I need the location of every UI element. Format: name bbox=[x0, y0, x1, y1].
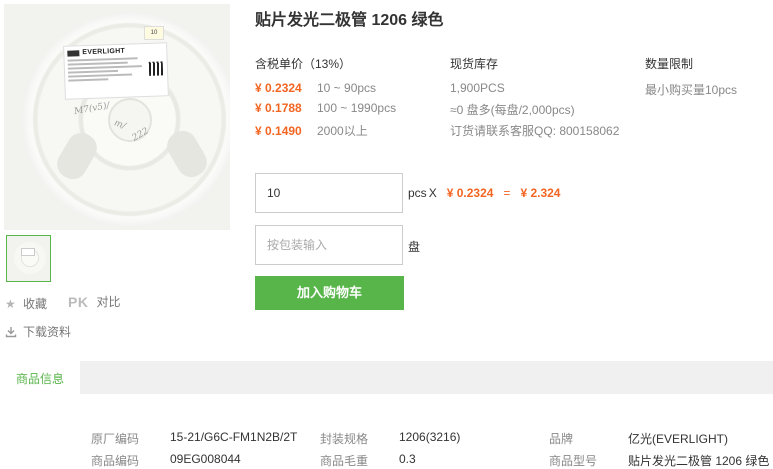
price-tier-row: ¥ 0.1788 100 ~ 1990pcs bbox=[255, 101, 396, 115]
detail-tab-bar: 商品信息 bbox=[0, 361, 773, 394]
tier-price: ¥ 0.1490 bbox=[255, 123, 302, 138]
min-purchase: 最小购买量10pcs bbox=[645, 83, 738, 97]
compare-label: 对比 bbox=[96, 295, 121, 309]
star-icon: ★ bbox=[5, 296, 16, 311]
spec-label: 封装规格 bbox=[320, 432, 369, 446]
reel-cutout-left bbox=[52, 127, 102, 185]
label-brand: EVERLIGHT bbox=[82, 47, 126, 57]
spec-label: 原厂编码 bbox=[91, 432, 140, 446]
price-calculation: pcs X ¥ 0.2324 = ¥ 2.324 bbox=[408, 186, 560, 200]
stock-contact: 订货请联系客服QQ: 800158062 bbox=[450, 124, 620, 138]
stock-reels: ≈0 盘多(每盘/2,000pcs) bbox=[450, 103, 575, 117]
product-thumbnail[interactable] bbox=[6, 235, 51, 282]
qr-code-icon bbox=[148, 61, 164, 76]
quantity-input[interactable] bbox=[255, 173, 403, 213]
pk-icon: PK bbox=[68, 293, 89, 310]
pack-unit: 盘 bbox=[408, 240, 421, 254]
spec-value: 09EG008044 bbox=[170, 452, 241, 466]
spec-value: 15-21/G6C-FM1N2B/2T bbox=[170, 430, 298, 444]
qty-unit: pcs bbox=[408, 186, 427, 200]
favorite-button[interactable]: ★ 收藏 bbox=[5, 295, 47, 312]
add-to-cart-button[interactable]: 加入购物车 bbox=[255, 276, 404, 310]
reel-tag: 10 bbox=[144, 26, 164, 40]
tier-price: ¥ 0.1788 bbox=[255, 101, 302, 115]
download-icon bbox=[5, 326, 17, 337]
compare-button[interactable]: PK 对比 bbox=[68, 293, 120, 310]
product-main-image[interactable]: 10 EVERLIGHT M7(v5)/ m/ 222 bbox=[4, 4, 230, 230]
download-button[interactable]: 下载资料 bbox=[5, 323, 71, 340]
tier-range: 100 ~ 1990pcs bbox=[317, 101, 397, 115]
spec-value: 1206(3216) bbox=[399, 430, 461, 444]
price-tier-row: ¥ 0.2324 10 ~ 90pcs bbox=[255, 81, 376, 95]
tier-price: ¥ 0.2324 bbox=[255, 81, 302, 95]
thumb-label bbox=[21, 248, 35, 256]
equals-sign: = bbox=[503, 186, 511, 200]
product-title: 贴片发光二极管 1206 绿色 bbox=[255, 12, 444, 29]
thumb-reel bbox=[14, 242, 46, 274]
spec-label: 商品毛重 bbox=[320, 454, 369, 468]
everlight-logo-icon bbox=[67, 49, 80, 57]
times-sign: X bbox=[428, 186, 437, 200]
limit-header: 数量限制 bbox=[645, 57, 694, 71]
total-price: ¥ 2.324 bbox=[520, 186, 561, 200]
spec-value: 0.3 bbox=[399, 452, 416, 466]
reel-label: EVERLIGHT bbox=[63, 42, 169, 100]
price-tier-row: ¥ 0.1490 2000以上 bbox=[255, 122, 368, 139]
price-header: 含税单价（13%） bbox=[255, 57, 352, 71]
pack-quantity-input[interactable] bbox=[255, 225, 403, 265]
stock-header: 现货库存 bbox=[450, 57, 499, 71]
tab-product-info[interactable]: 商品信息 bbox=[0, 361, 80, 394]
stock-quantity: 1,900PCS bbox=[450, 81, 505, 95]
spec-label: 商品型号 bbox=[549, 454, 598, 468]
spec-label: 品牌 bbox=[549, 432, 574, 446]
download-label: 下载资料 bbox=[23, 325, 72, 339]
tier-range: 2000以上 bbox=[317, 124, 368, 138]
unit-price: ¥ 0.2324 bbox=[446, 186, 494, 200]
spec-label: 商品编码 bbox=[91, 454, 140, 468]
reel-cutout-right bbox=[162, 125, 212, 183]
favorite-label: 收藏 bbox=[23, 297, 48, 311]
spec-value: 贴片发光二极管 1206 绿色 bbox=[628, 454, 770, 468]
tier-range: 10 ~ 90pcs bbox=[317, 81, 377, 95]
spec-value: 亿光(EVERLIGHT) bbox=[628, 432, 729, 446]
